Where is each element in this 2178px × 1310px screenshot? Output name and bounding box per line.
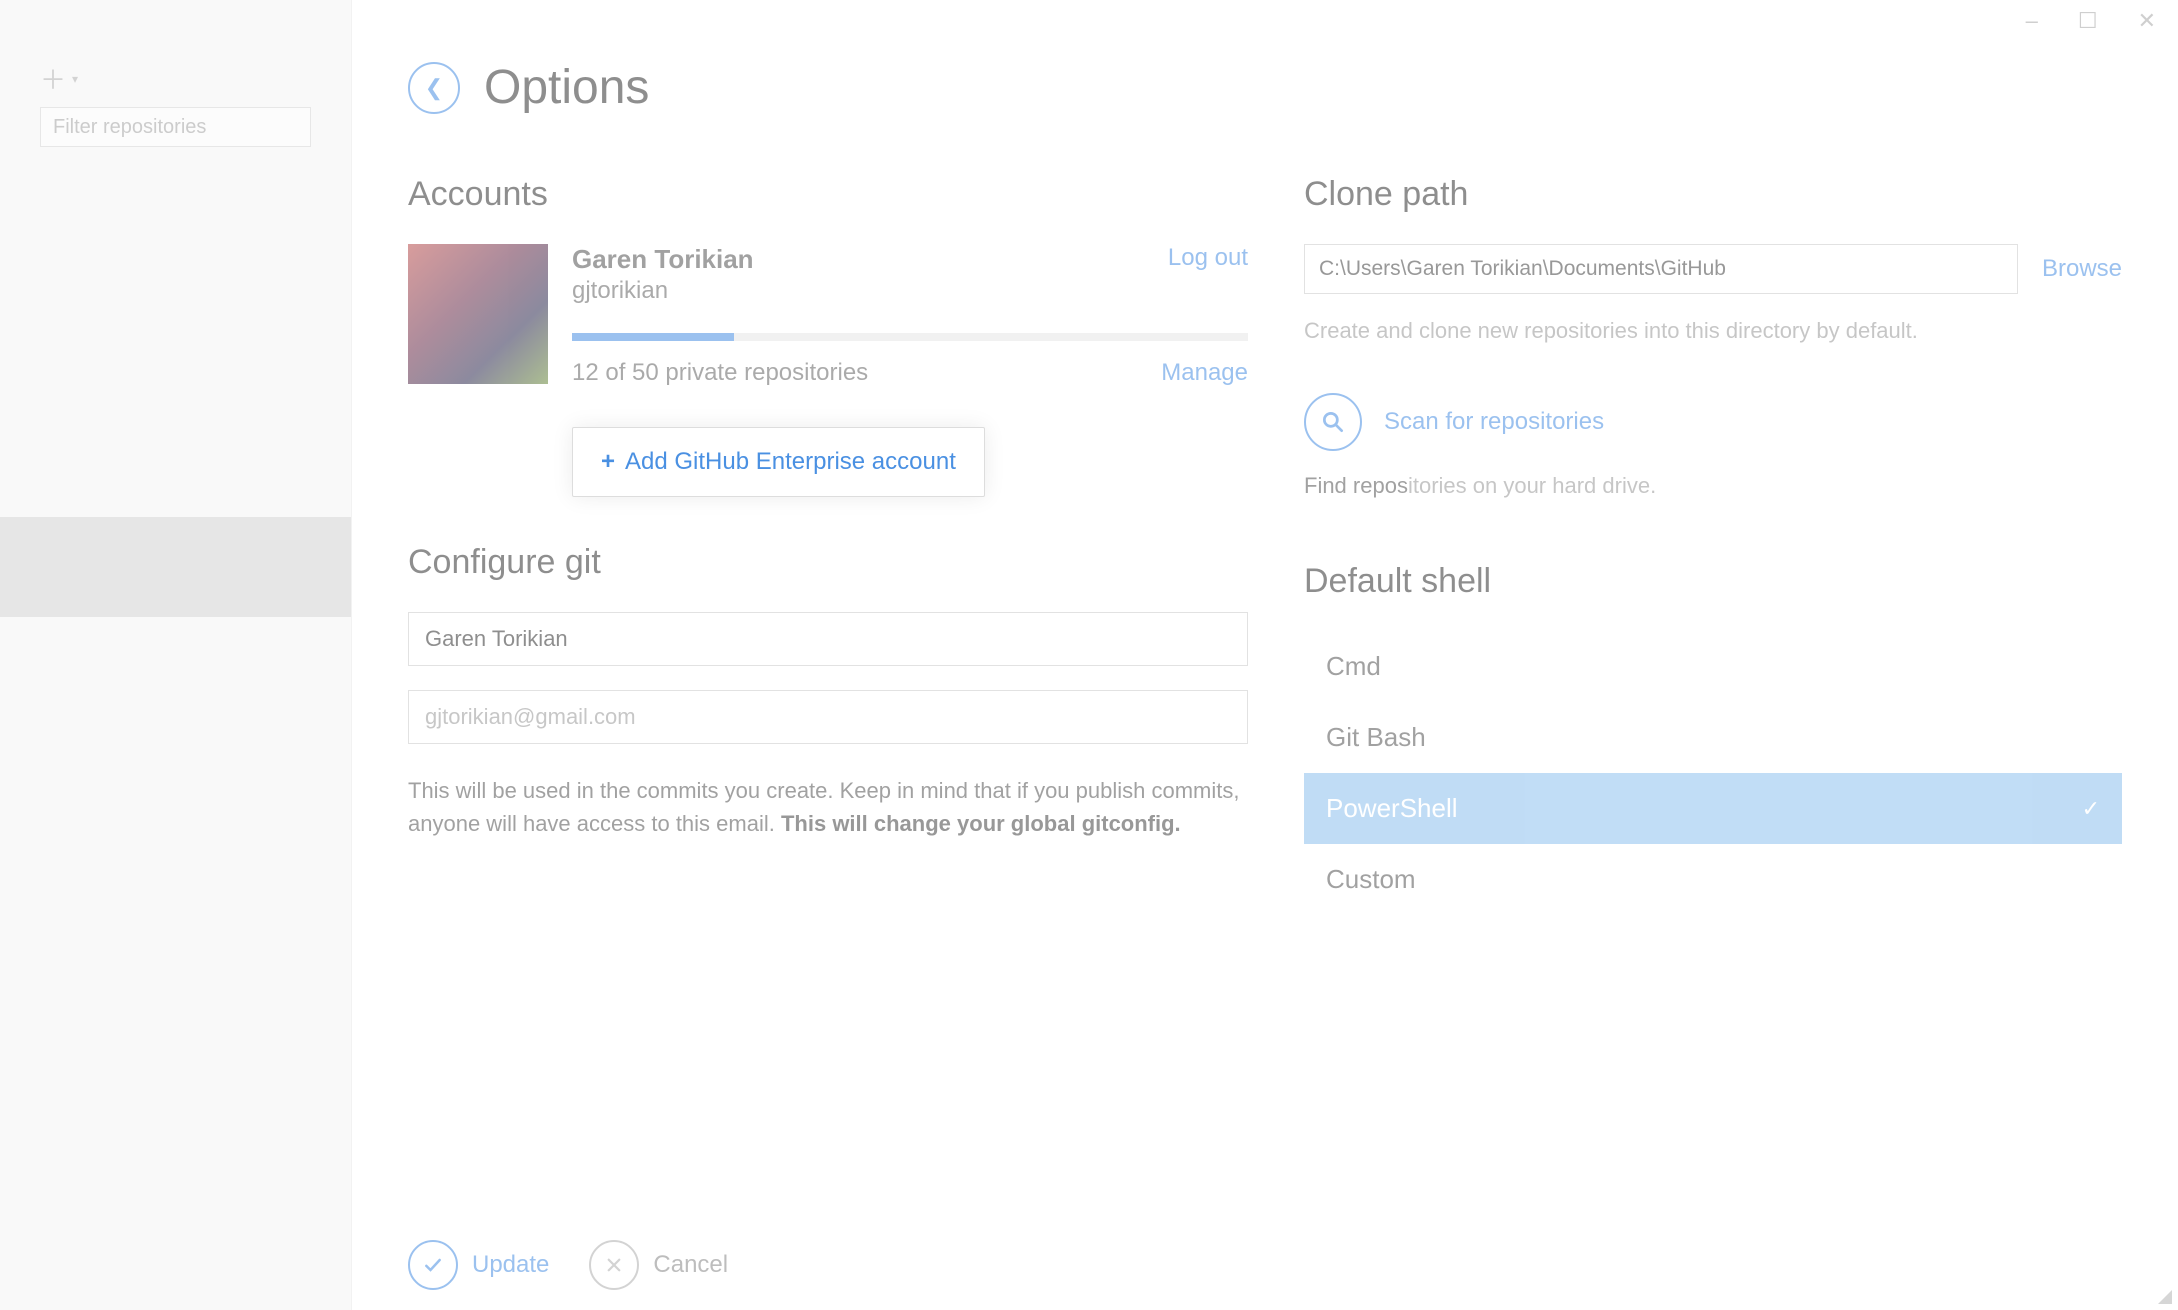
- shell-option-label: Cmd: [1326, 651, 1381, 682]
- shell-option-git-bash[interactable]: Git Bash: [1304, 702, 2122, 773]
- configure-git-heading: Configure git: [408, 543, 1248, 582]
- git-name-input[interactable]: [408, 612, 1248, 666]
- clone-path-hint: Create and clone new repositories into t…: [1304, 314, 2122, 347]
- shell-option-label: Custom: [1326, 864, 1416, 895]
- scan-repositories-link[interactable]: Scan for repositories: [1384, 408, 1604, 436]
- shell-option-label: Git Bash: [1326, 722, 1426, 753]
- plus-icon: ＋: [40, 60, 66, 97]
- caret-down-icon: ▾: [72, 72, 78, 86]
- add-repository-dropdown[interactable]: ＋ ▾: [40, 60, 78, 97]
- clone-path-heading: Clone path: [1304, 175, 2122, 214]
- maximize-icon[interactable]: ☐: [2078, 8, 2098, 34]
- accounts-heading: Accounts: [408, 175, 1248, 214]
- shell-option-cmd[interactable]: Cmd: [1304, 631, 2122, 702]
- account-name: Garen Torikian: [572, 244, 754, 275]
- repo-usage-progress: [572, 333, 1248, 341]
- account-username: gjtorikian: [572, 277, 754, 305]
- plus-icon: +: [601, 448, 615, 476]
- page-title: Options: [484, 60, 649, 115]
- clone-path-input[interactable]: [1304, 244, 2018, 294]
- chevron-left-icon: ❮: [425, 75, 443, 101]
- close-icon[interactable]: ✕: [2138, 8, 2156, 34]
- filter-repositories-input[interactable]: [40, 107, 311, 147]
- update-button[interactable]: Update: [408, 1240, 549, 1290]
- add-enterprise-label: Add GitHub Enterprise account: [625, 448, 956, 476]
- check-icon: [408, 1240, 458, 1290]
- back-button[interactable]: ❮: [408, 62, 460, 114]
- shell-option-powershell[interactable]: PowerShell ✓: [1304, 773, 2122, 844]
- git-email-input[interactable]: [408, 690, 1248, 744]
- manage-link[interactable]: Manage: [1161, 359, 1248, 387]
- default-shell-heading: Default shell: [1304, 562, 2122, 601]
- account-row: Garen Torikian gjtorikian Log out: [408, 244, 1248, 387]
- main-panel: – ☐ ✕ ❮ Options Accounts: [352, 0, 2178, 1310]
- search-icon[interactable]: [1304, 393, 1362, 451]
- log-out-link[interactable]: Log out: [1168, 244, 1248, 272]
- x-icon: [589, 1240, 639, 1290]
- browse-link[interactable]: Browse: [2042, 255, 2122, 283]
- minimize-icon[interactable]: –: [2026, 8, 2038, 34]
- configure-git-description: This will be used in the commits you cre…: [408, 774, 1248, 840]
- sidebar-selected-placeholder: [0, 517, 351, 617]
- avatar: [408, 244, 548, 384]
- cancel-label: Cancel: [653, 1251, 728, 1279]
- scan-hint: Find repositories on your hard drive.: [1304, 469, 2122, 502]
- update-label: Update: [472, 1251, 549, 1279]
- add-enterprise-button[interactable]: + Add GitHub Enterprise account: [572, 427, 985, 497]
- sidebar: ＋ ▾: [0, 0, 352, 1310]
- shell-option-custom[interactable]: Custom: [1304, 844, 2122, 915]
- repo-usage-text: 12 of 50 private repositories: [572, 359, 868, 387]
- window-controls: – ☐ ✕: [2026, 8, 2156, 34]
- cancel-button[interactable]: Cancel: [589, 1240, 728, 1290]
- check-icon: ✓: [2082, 796, 2100, 822]
- resize-grip[interactable]: [2154, 1286, 2174, 1306]
- shell-option-label: PowerShell: [1326, 793, 1458, 824]
